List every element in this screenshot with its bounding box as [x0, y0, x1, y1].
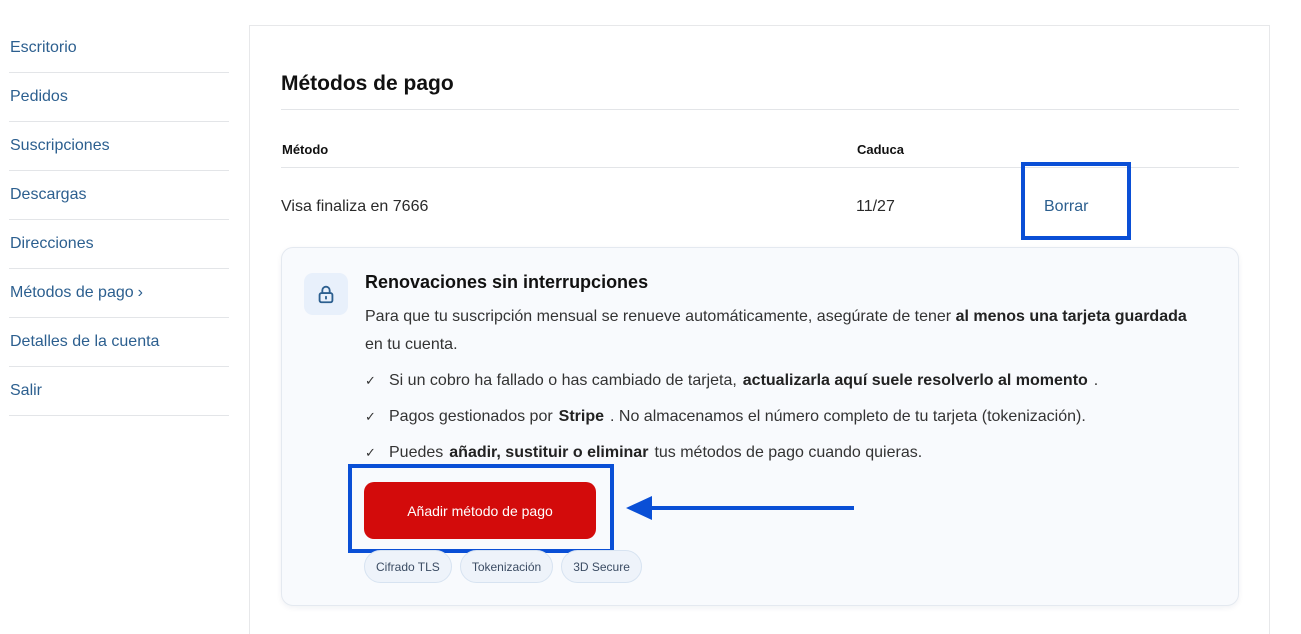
sidebar-item-descargas[interactable]: Descargas [9, 171, 229, 220]
check-icon: ✓ [365, 409, 376, 424]
chevron-right-icon: › [137, 284, 143, 301]
card-description: Para que tu suscripción mensual se renue… [365, 303, 1205, 359]
lock-icon [304, 273, 348, 315]
check-text: . No almacenamos el número completo de t… [610, 408, 1086, 425]
sidebar-item-label: Escritorio [10, 39, 77, 56]
security-badges: Cifrado TLS Tokenización 3D Secure [364, 550, 642, 583]
sidebar-item-label: Pedidos [10, 88, 68, 105]
sidebar-item-suscripciones[interactable]: Suscripciones [9, 122, 229, 171]
check-text: . [1093, 372, 1099, 389]
renewal-info-card: Renovaciones sin interrupciones Para que… [281, 247, 1239, 606]
badge-3d-secure: 3D Secure [561, 550, 642, 583]
check-text: tus métodos de pago cuando quieras. [654, 444, 923, 461]
arrow-left-icon [626, 496, 854, 520]
payment-method-name: Visa finaliza en 7666 [281, 198, 429, 215]
sidebar-item-salir[interactable]: Salir [9, 367, 229, 416]
payment-methods-panel: Métodos de pago Método Caduca Visa final… [249, 25, 1270, 634]
check-emphasis: actualizarla aquí suele resolverlo al mo… [742, 372, 1088, 389]
sidebar-item-label: Descargas [10, 186, 87, 203]
check-emphasis: Stripe [558, 408, 605, 425]
sidebar-item-pedidos[interactable]: Pedidos [9, 73, 229, 122]
desc-emphasis: al menos una tarjeta guardada [955, 308, 1187, 325]
payment-method-expiry: 11/27 [856, 198, 895, 215]
sidebar-item-metodos-de-pago[interactable]: Métodos de pago › [9, 269, 229, 318]
sidebar-item-label: Suscripciones [10, 137, 110, 154]
check-text: Pagos gestionados por [389, 408, 553, 425]
checklist-item: ✓ Pagos gestionados por Stripe . No alma… [365, 408, 1086, 426]
check-text: Si un cobro ha fallado o has cambiado de… [389, 372, 737, 389]
card-title: Renovaciones sin interrupciones [365, 272, 649, 292]
check-icon: ✓ [365, 373, 376, 388]
desc-text: Para que tu suscripción mensual se renue… [365, 308, 956, 325]
page-title: Métodos de pago [281, 72, 454, 95]
highlight-box-delete [1021, 162, 1131, 240]
badge-tls: Cifrado TLS [364, 550, 452, 583]
check-emphasis: añadir, sustituir o eliminar [449, 444, 649, 461]
column-header-expires: Caduca [857, 142, 904, 157]
sidebar-item-label: Direcciones [10, 235, 94, 252]
sidebar-item-detalles-cuenta[interactable]: Detalles de la cuenta [9, 318, 229, 367]
highlight-box-add-button [348, 464, 614, 553]
check-icon: ✓ [365, 445, 376, 460]
badge-tokenization: Tokenización [459, 550, 554, 583]
sidebar-item-escritorio[interactable]: Escritorio [9, 24, 229, 73]
sidebar-item-direcciones[interactable]: Direcciones [9, 220, 229, 269]
sidebar-item-label: Métodos de pago [10, 284, 134, 301]
sidebar-item-label: Detalles de la cuenta [10, 333, 160, 350]
check-text: Puedes [389, 444, 444, 461]
sidebar-item-label: Salir [10, 382, 43, 399]
account-sidebar: Escritorio Pedidos Suscripciones Descarg… [9, 24, 229, 416]
divider [281, 109, 1239, 110]
checklist-item: ✓ Puedes añadir, sustituir o eliminar tu… [365, 444, 922, 462]
checklist-item: ✓ Si un cobro ha fallado o has cambiado … [365, 372, 1098, 390]
column-header-method: Método [282, 142, 329, 157]
desc-text: en tu cuenta. [365, 336, 458, 353]
